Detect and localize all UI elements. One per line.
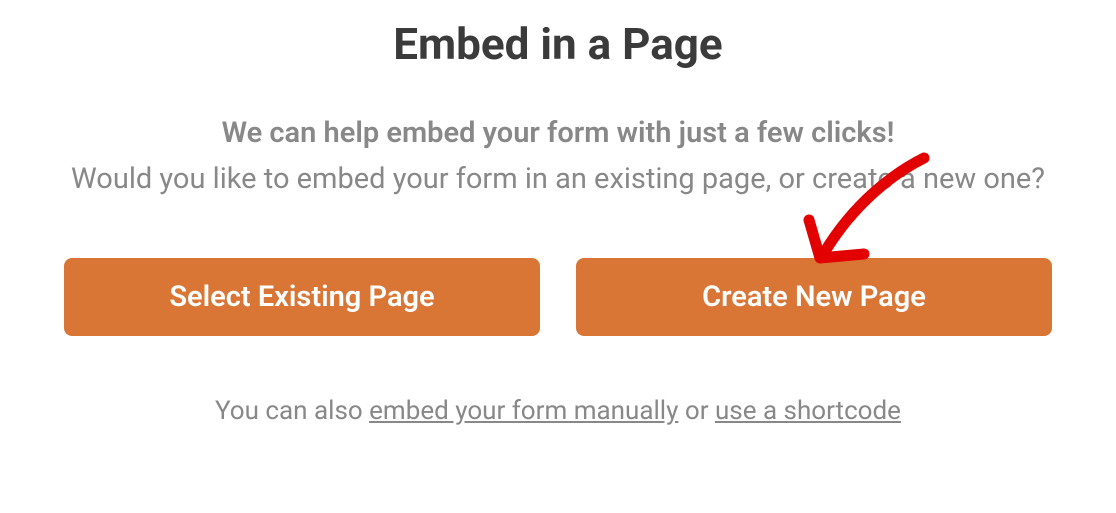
embed-manually-link[interactable]: embed your form manually: [369, 396, 678, 426]
subtitle-text: We can help embed your form with just a …: [222, 112, 895, 154]
footer-text: You can also embed your form manually or…: [215, 396, 901, 426]
description-text: Would you like to embed your form in an …: [71, 158, 1045, 202]
button-row: Select Existing Page Create New Page: [64, 258, 1052, 336]
create-new-page-button[interactable]: Create New Page: [576, 258, 1052, 336]
select-existing-page-button[interactable]: Select Existing Page: [64, 258, 540, 336]
page-title: Embed in a Page: [393, 18, 722, 70]
footer-prefix: You can also: [215, 396, 369, 426]
use-shortcode-link[interactable]: use a shortcode: [715, 396, 901, 426]
footer-middle: or: [678, 396, 715, 426]
